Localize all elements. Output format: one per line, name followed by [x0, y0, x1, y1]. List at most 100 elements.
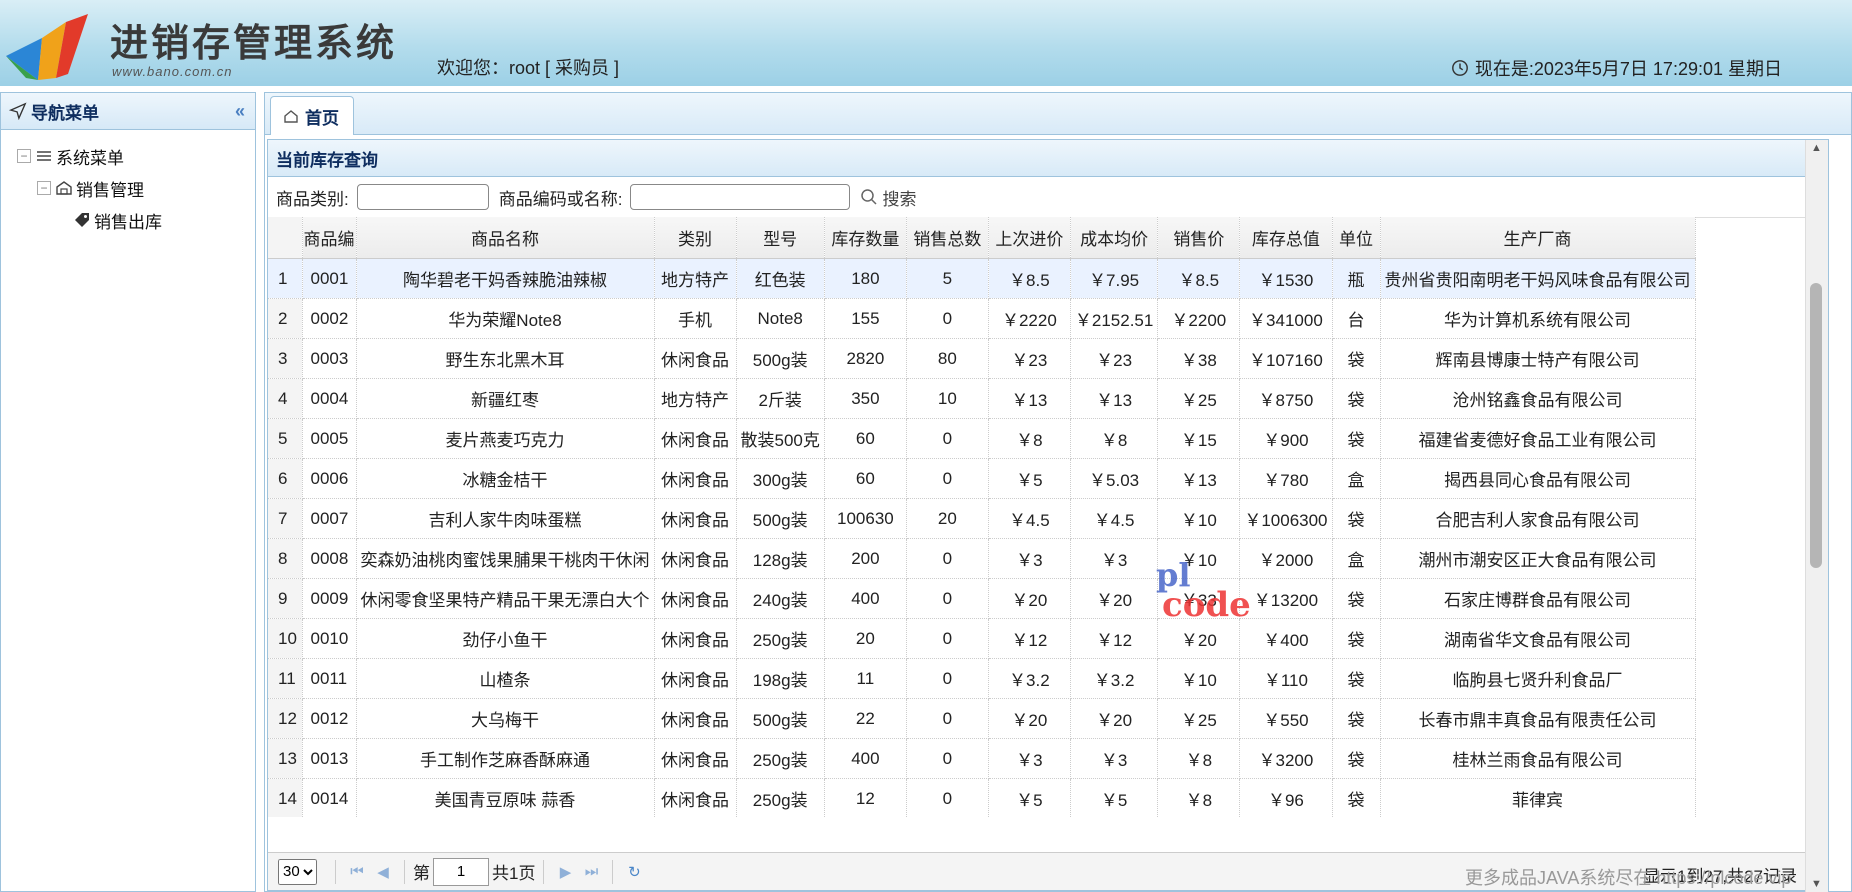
table-cell: 合肥吉利人家食品有限公司 [1380, 498, 1696, 539]
table-cell: 福建省麦德好食品工业有限公司 [1380, 418, 1696, 459]
tree-node-system-menu[interactable]: − 系统菜单 [1, 140, 255, 172]
collapse-toggle-icon[interactable]: − [17, 149, 31, 163]
welcome-text: 欢迎您：root [ 采购员 ] [437, 58, 620, 78]
table-cell: ￥3.2 [988, 658, 1071, 699]
column-header[interactable]: 商品编 [302, 217, 357, 259]
column-header[interactable]: 商品名称 [356, 217, 655, 259]
table-row[interactable]: 13 0013 手工制作芝麻香酥麻通 休闲食品 250g装 400 0 ￥3 ￥3 ￥8 ￥3200… [268, 738, 1696, 779]
table-row[interactable]: 12 0012 大乌梅干 休闲食品 500g装 22 0 ￥20 ￥20 ￥25 ￥550 袋长春市鼎… [268, 698, 1696, 739]
tab-home[interactable]: 首页 [270, 96, 354, 135]
table-cell: 盒 [1332, 538, 1381, 579]
table-cell: 辉南县博康士特产有限公司 [1380, 338, 1696, 379]
table-cell: ￥8.5 [988, 258, 1071, 299]
last-page-icon[interactable]: ⏭ [578, 859, 604, 885]
table-row[interactable]: 4 0004 新疆红枣 地方特产 2斤装 350 10 ￥13 ￥13 ￥25 ￥8750 袋沧州铭鑫… [268, 378, 1696, 419]
column-header[interactable]: 成本均价 [1070, 217, 1159, 259]
table-cell: 0008 [302, 538, 357, 579]
refresh-icon[interactable]: ↻ [621, 859, 647, 885]
code-or-name-input[interactable] [630, 184, 851, 210]
table-cell: 0012 [302, 698, 357, 739]
table-cell: 沧州铭鑫食品有限公司 [1380, 378, 1696, 419]
app-header: 进销存管理系统 www.bano.com.cn 欢迎您：root [ 采购员 ]… [0, 0, 1852, 86]
table-cell: 5 [906, 258, 989, 299]
table-cell: ￥110 [1239, 658, 1333, 699]
table-row[interactable]: 7 0007 吉利人家牛肉味蛋糕 休闲食品 500g装 100630 20 ￥4.5 ￥4.5 ￥… [268, 498, 1696, 539]
tree-node-sales-outbound[interactable]: 销售出库 [1, 204, 255, 236]
table-cell: Note8 [736, 298, 825, 339]
table-cell: ￥5 [988, 778, 1071, 817]
search-button[interactable]: 搜索 [860, 185, 916, 210]
table-cell: ￥8.5 [1157, 258, 1241, 299]
table-cell: 台 [1332, 298, 1381, 339]
table-cell: ￥5 [988, 458, 1071, 499]
table-cell: ￥96 [1239, 778, 1333, 817]
table-cell: 临朐县七贤升利食品厂 [1380, 658, 1696, 699]
table-cell: 198g装 [736, 658, 825, 699]
table-cell: 60 [824, 418, 907, 459]
column-header[interactable]: 生产厂商 [1380, 217, 1696, 259]
scroll-up-icon[interactable]: ▲ [1811, 142, 1822, 154]
tree-node-label: 销售管理 [76, 180, 144, 200]
table-cell: 0 [906, 778, 989, 817]
table-cell: ￥10 [1157, 498, 1241, 539]
column-header[interactable]: 单位 [1332, 217, 1381, 259]
table-row[interactable]: 1 0001 陶华碧老干妈香辣脆油辣椒 地方特产 红色装 180 5 ￥8.5 ￥7.95 ￥8.… [268, 258, 1696, 299]
table-cell: 0 [906, 698, 989, 739]
sidebar-title: 导航菜单 [31, 103, 99, 123]
table-cell: 休闲食品 [654, 418, 737, 459]
column-header[interactable]: 销售总数 [906, 217, 989, 259]
table-row[interactable]: 5 0005 麦片燕麦巧克力 休闲食品 散装500克 60 0 ￥8 ￥8 ￥15 ￥900 袋福建省… [268, 418, 1696, 459]
table-cell: 奕森奶油桃肉蜜饯果脯果干桃肉干休闲 [356, 538, 655, 579]
table-cell: 60 [824, 458, 907, 499]
table-cell: ￥550 [1239, 698, 1333, 739]
table-row[interactable]: 10 0010 劲仔小鱼干 休闲食品 250g装 20 0 ￥12 ￥12 ￥20 ￥400 袋湖南省… [268, 618, 1696, 659]
column-header[interactable]: 销售价 [1157, 217, 1241, 259]
scrollbar-thumb[interactable] [1810, 283, 1822, 568]
column-header[interactable]: 类别 [654, 217, 737, 259]
category-input[interactable] [356, 184, 489, 210]
table-cell: ￥341000 [1239, 298, 1333, 339]
collapse-sidebar-icon[interactable]: « [235, 101, 245, 122]
next-page-icon[interactable]: ▶ [552, 859, 578, 885]
vertical-scrollbar[interactable]: ▲ ▼ [1805, 140, 1828, 892]
collapse-toggle-icon[interactable]: − [37, 181, 51, 195]
table-cell: ￥1530 [1239, 258, 1333, 299]
table-cell: 128g装 [736, 538, 825, 579]
page-size-select[interactable]: 30 [278, 858, 317, 885]
column-header[interactable]: 库存数量 [824, 217, 907, 259]
column-header[interactable]: 型号 [736, 217, 825, 259]
table-cell: 0004 [302, 378, 357, 419]
menu-list-icon [37, 151, 51, 161]
table-cell: 13 [268, 738, 303, 779]
table-cell: ￥3 [988, 738, 1071, 779]
table-row[interactable]: 3 0003 野生东北黑木耳 休闲食品 500g装 2820 80 ￥23 ￥23 ￥38 ￥107… [268, 338, 1696, 379]
table-cell: 0 [906, 738, 989, 779]
table-row[interactable]: 14 0014 美国青豆原味 蒜香 休闲食品 250g装 12 0 ￥5 ￥5 ￥8 ￥96 袋菲律宾 [268, 778, 1696, 817]
table-cell: 0010 [302, 618, 357, 659]
table-cell: 500g装 [736, 698, 825, 739]
table-cell: 14 [268, 778, 303, 817]
table-row[interactable]: 2 0002 华为荣耀Note8 手机 Note8 155 0 ￥2220 ￥2152.51 ￥2… [268, 298, 1696, 339]
current-page-input[interactable] [433, 857, 489, 886]
table-cell: 80 [906, 338, 989, 379]
table-cell: 5 [268, 418, 303, 459]
table-cell: 休闲零食坚果特产精品干果无漂白大个 [356, 578, 655, 619]
sidebar-header: 导航菜单 « [1, 93, 255, 130]
table-cell: 桂林兰雨食品有限公司 [1380, 738, 1696, 779]
table-row[interactable]: 11 0011 山楂条 休闲食品 198g装 11 0 ￥3.2 ￥3.2 ￥10 ￥110 袋临朐县… [268, 658, 1696, 699]
prev-page-icon[interactable]: ◀ [370, 859, 396, 885]
first-page-icon[interactable]: ⏮ [344, 859, 370, 885]
table-row[interactable]: 8 0008 奕森奶油桃肉蜜饯果脯果干桃肉干休闲 休闲食品 128g装 200 0 ￥3 ￥3 ￥… [268, 538, 1696, 579]
table-cell: 湖南省华文食品有限公司 [1380, 618, 1696, 659]
scroll-down-icon[interactable]: ▼ [1811, 878, 1822, 890]
tree-node-sales-management[interactable]: − 销售管理 [1, 172, 255, 204]
table-cell: 0 [906, 458, 989, 499]
table-cell: 2 [268, 298, 303, 339]
table-cell: 20 [906, 498, 989, 539]
table-row[interactable]: 9 0009 休闲零食坚果特产精品干果无漂白大个 休闲食品 240g装 400 0 ￥20 ￥2… [268, 578, 1696, 619]
column-header[interactable]: 上次进价 [988, 217, 1071, 259]
inventory-table: 商品编 商品名称 类别 型号 库存数量 销售总数 上次进价 成本均价 销售价 库… [268, 217, 1805, 817]
tree-node-label: 系统菜单 [56, 148, 124, 168]
table-row[interactable]: 6 0006 冰糖金桔干 休闲食品 300g装 60 0 ￥5 ￥5.03 ￥13 ￥780 盒揭西县… [268, 458, 1696, 499]
column-header[interactable]: 库存总值 [1239, 217, 1333, 259]
